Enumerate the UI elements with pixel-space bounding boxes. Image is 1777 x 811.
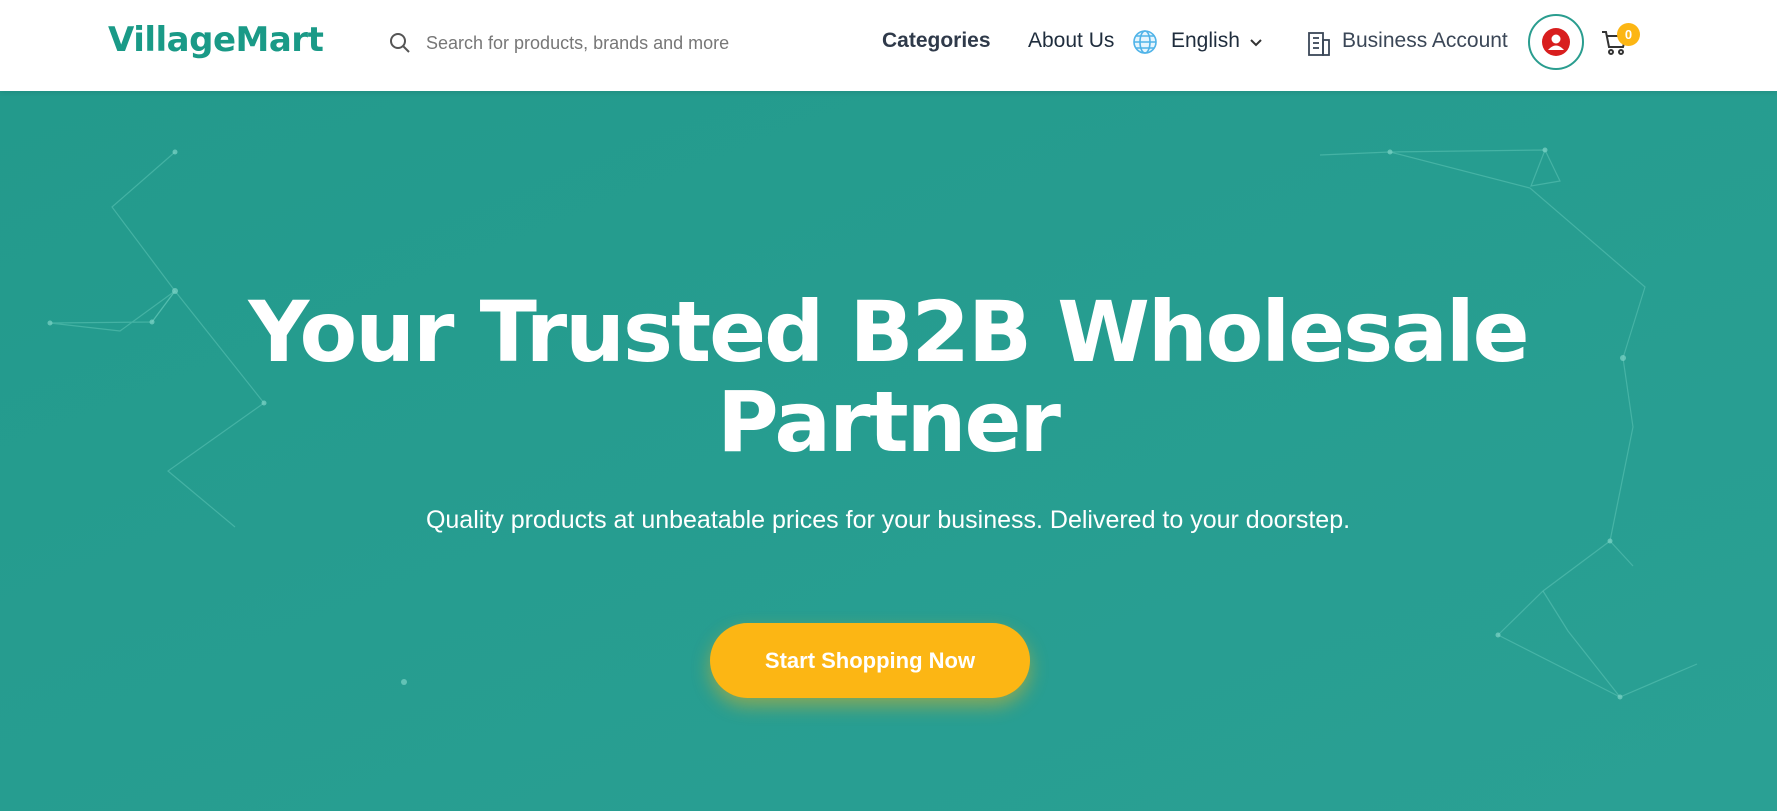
hero-title: Your Trusted B2B Wholesale Partner: [248, 283, 1529, 471]
cart-count-badge: 0: [1617, 23, 1640, 46]
nav-categories[interactable]: Categories: [882, 29, 991, 53]
building-icon: [1308, 32, 1330, 56]
top-navbar: VillageMart Categories About Us English …: [0, 0, 1777, 91]
globe-icon: [1133, 30, 1157, 54]
language-selector[interactable]: English: [1171, 29, 1240, 53]
logo[interactable]: VillageMart: [108, 20, 324, 60]
search-input[interactable]: [426, 26, 806, 60]
business-account-link[interactable]: Business Account: [1342, 29, 1508, 53]
start-shopping-button[interactable]: Start Shopping Now: [710, 623, 1030, 698]
chevron-down-icon[interactable]: [1248, 34, 1264, 50]
hero-section: Your Trusted B2B Wholesale Partner Quali…: [0, 91, 1777, 811]
nav-about-us[interactable]: About Us: [1028, 29, 1114, 53]
user-avatar-icon: [1542, 28, 1570, 56]
hero-subtitle: Quality products at unbeatable prices fo…: [425, 506, 1351, 534]
user-avatar-button[interactable]: [1528, 14, 1584, 70]
search-icon[interactable]: [388, 31, 412, 55]
